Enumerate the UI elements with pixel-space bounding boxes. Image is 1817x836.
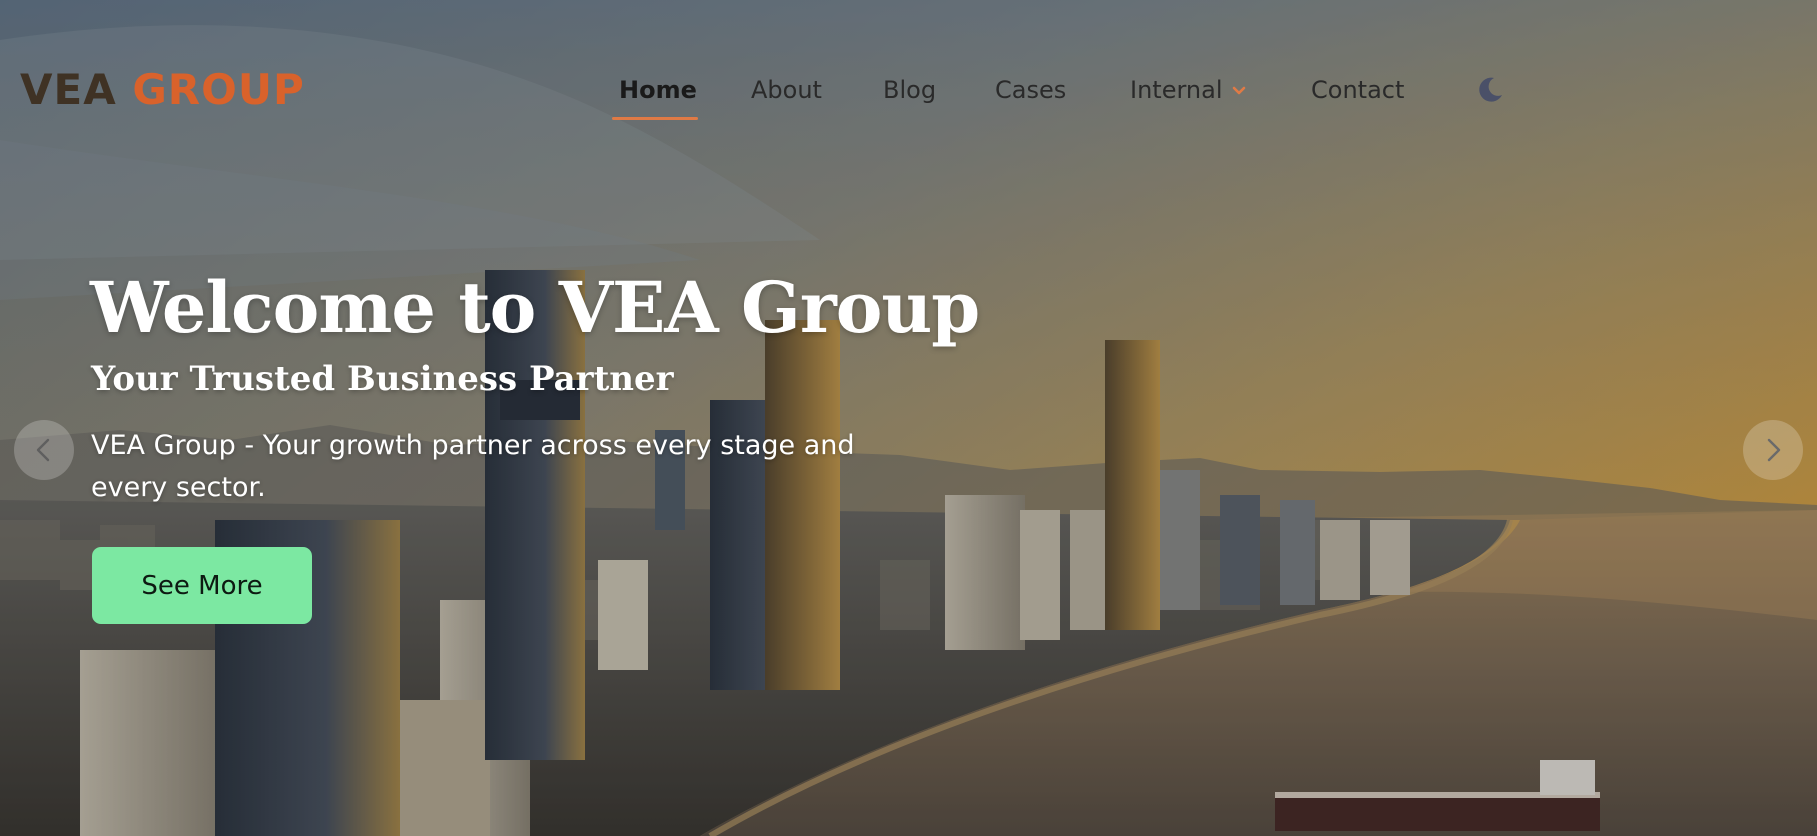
- hero-title: Welcome to VEA Group: [90, 266, 980, 349]
- hero-subtitle: Your Trusted Business Partner: [91, 359, 674, 399]
- main-nav: Home About Blog Cases Internal Contact: [0, 72, 1817, 132]
- hero-description: VEA Group - Your growth partner across e…: [91, 430, 855, 503]
- active-nav-indicator: [612, 117, 698, 120]
- nav-item-contact[interactable]: Contact: [1311, 72, 1404, 108]
- chevron-left-icon: [36, 438, 50, 462]
- see-more-button[interactable]: See More: [92, 547, 312, 624]
- carousel-prev-button[interactable]: [14, 420, 74, 480]
- nav-item-blog[interactable]: Blog: [883, 72, 936, 108]
- chevron-down-icon[interactable]: [1231, 83, 1247, 99]
- chevron-right-icon: [1767, 438, 1781, 462]
- nav-item-about[interactable]: About: [751, 72, 822, 108]
- hero-section: VEA GROUP Home About Blog Cases Internal…: [0, 0, 1817, 836]
- moon-icon[interactable]: [1475, 75, 1505, 105]
- nav-item-internal[interactable]: Internal: [1130, 72, 1223, 108]
- nav-item-cases[interactable]: Cases: [995, 72, 1066, 108]
- carousel-next-button[interactable]: [1743, 420, 1803, 480]
- nav-item-home[interactable]: Home: [619, 72, 697, 108]
